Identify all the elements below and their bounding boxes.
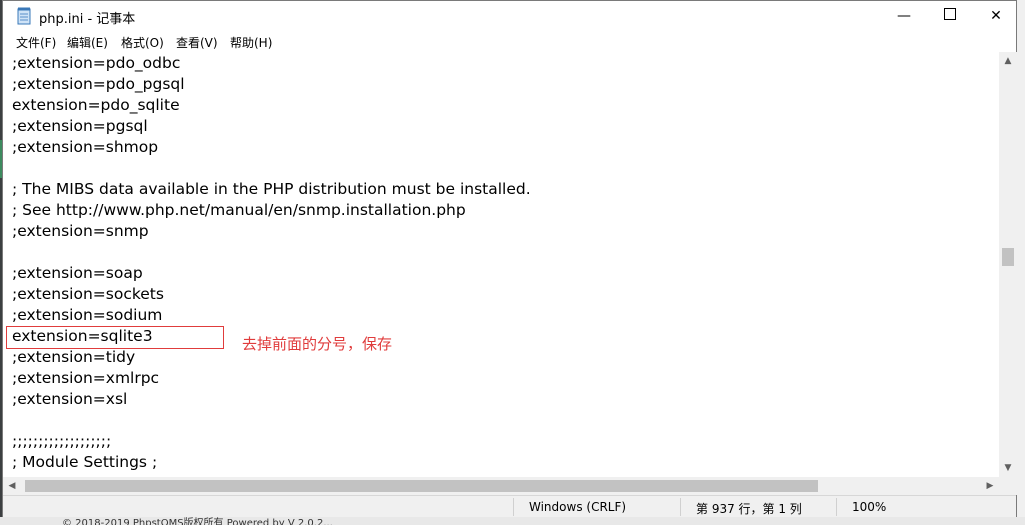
text-line[interactable]: ;extension=xsl	[12, 390, 127, 411]
text-line[interactable]: ;extension=tidy	[12, 348, 135, 369]
text-line[interactable]: ;extension=pdo_pgsql	[12, 75, 185, 96]
text-line[interactable]: ;extension=shmop	[12, 138, 158, 159]
chevron-right-icon[interactable]: ▶	[981, 477, 999, 495]
menu-bar: 文件(F) 编辑(E) 格式(O) 查看(V) 帮助(H)	[3, 32, 1016, 52]
scrollbar-corner	[999, 477, 1017, 495]
text-line[interactable]: ;extension=sockets	[12, 285, 164, 306]
notepad-icon	[17, 7, 31, 25]
text-line[interactable]: ; See http://www.php.net/manual/en/snmp.…	[12, 201, 466, 222]
status-zoom: 100%	[852, 500, 887, 514]
menu-file[interactable]: 文件(F)	[16, 34, 56, 51]
background-footer-text: © 2018-2019 PhpstOMS版权所有 Powered by V 2.…	[62, 518, 333, 525]
horizontal-scroll-thumb[interactable]	[25, 480, 818, 492]
text-line[interactable]: ;extension=soap	[12, 264, 143, 285]
menu-help[interactable]: 帮助(H)	[230, 34, 272, 51]
notepad-window: php.ini - 记事本 — ✕ 文件(F) 编辑(E) 格式(O) 查看(V…	[2, 0, 1017, 517]
text-line[interactable]: ;extension=pdo_odbc	[12, 54, 180, 75]
menu-edit[interactable]: 编辑(E)	[67, 34, 108, 51]
text-line[interactable]: ;extension=snmp	[12, 222, 149, 243]
status-bar: Windows (CRLF) 第 937 行，第 1 列 100%	[3, 495, 1016, 517]
title-bar[interactable]: php.ini - 记事本 — ✕	[3, 1, 1016, 32]
annotation-note: 去掉前面的分号，保存	[242, 335, 393, 353]
status-divider	[680, 498, 681, 516]
text-line[interactable]: ;extension=sodium	[12, 306, 162, 327]
text-line[interactable]: ;;;;;;;;;;;;;;;;;;;	[12, 432, 111, 453]
background-footer: © 2018-2019 PhpstOMS版权所有 Powered by V 2.…	[0, 517, 1025, 525]
status-divider	[513, 498, 514, 516]
close-button[interactable]: ✕	[973, 1, 1019, 32]
status-position: 第 937 行，第 1 列	[696, 502, 802, 516]
maximize-button[interactable]	[927, 1, 973, 32]
status-divider	[836, 498, 837, 516]
minimize-button[interactable]: —	[881, 1, 927, 32]
close-icon: ✕	[990, 8, 1002, 24]
text-line[interactable]: ; The MIBS data available in the PHP dis…	[12, 180, 531, 201]
maximize-icon	[944, 8, 956, 20]
vertical-scrollbar[interactable]: ▲ ▼	[999, 52, 1017, 477]
status-encoding: Windows (CRLF)	[529, 500, 627, 514]
text-line[interactable]: ;extension=xmlrpc	[12, 369, 159, 390]
highlight-box	[6, 326, 224, 349]
text-line[interactable]: ; Module Settings ;	[12, 453, 157, 474]
menu-format[interactable]: 格式(O)	[121, 34, 164, 51]
minimize-icon: —	[897, 8, 911, 24]
menu-view[interactable]: 查看(V)	[176, 34, 218, 51]
chevron-up-icon[interactable]: ▲	[999, 52, 1017, 70]
window-title: php.ini - 记事本	[39, 12, 136, 27]
text-line[interactable]: ;extension=pgsql	[12, 117, 148, 138]
chevron-down-icon[interactable]: ▼	[999, 459, 1017, 477]
background-app-right-strip	[1017, 0, 1025, 525]
vertical-scroll-thumb[interactable]	[1002, 248, 1014, 266]
horizontal-scrollbar[interactable]: ◀ ▶	[3, 477, 999, 495]
chevron-left-icon[interactable]: ◀	[3, 477, 21, 495]
text-editor[interactable]: ;extension=pdo_odbc ;extension=pdo_pgsql…	[3, 52, 999, 477]
text-line[interactable]: extension=pdo_sqlite	[12, 96, 180, 117]
